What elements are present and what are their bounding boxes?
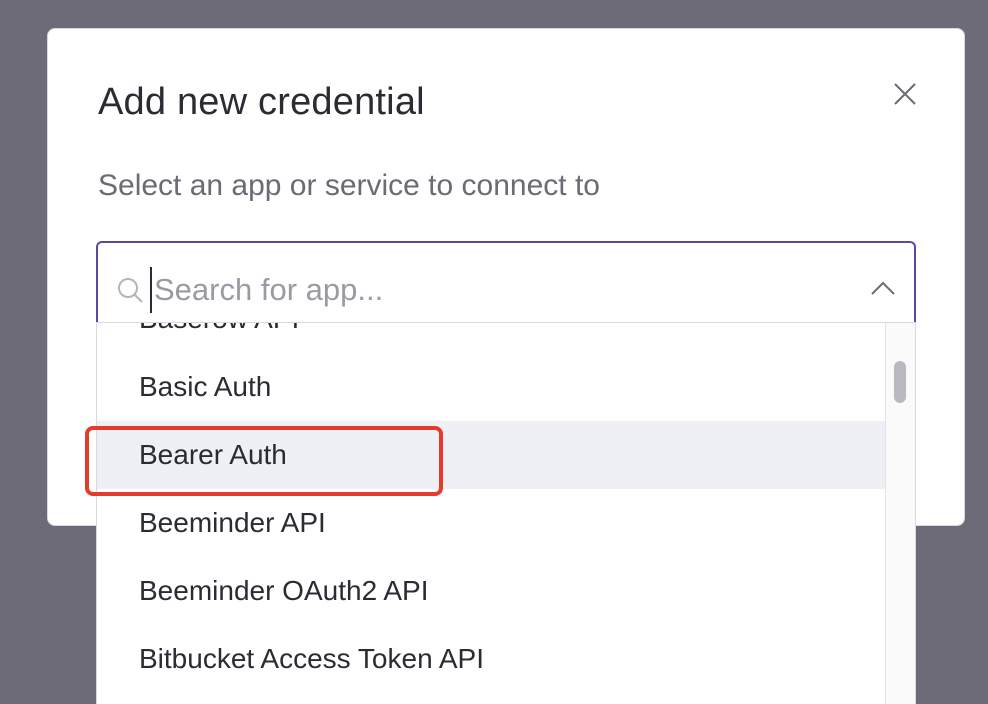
scrollbar-thumb[interactable] [894, 361, 906, 403]
dropdown-scrollbar[interactable] [885, 323, 915, 704]
modal-subtitle: Select an app or service to connect to [98, 169, 600, 202]
search-icon [118, 278, 143, 303]
dropdown-items: Baserow API Basic Auth Bearer Auth Beemi… [97, 323, 885, 693]
modal-title: Add new credential [98, 81, 425, 123]
close-icon [894, 83, 916, 105]
search-input[interactable] [150, 267, 840, 313]
app-search-combobox[interactable] [96, 241, 916, 323]
dropdown-item-basic-auth[interactable]: Basic Auth [97, 353, 885, 421]
dropdown-item-bearer-auth[interactable]: Bearer Auth [97, 421, 885, 489]
app-dropdown-list: Baserow API Basic Auth Bearer Auth Beemi… [96, 322, 916, 704]
chevron-up-icon[interactable] [870, 279, 896, 297]
dropdown-item-beeminder-oauth2-api[interactable]: Beeminder OAuth2 API [97, 557, 885, 625]
close-button[interactable] [892, 81, 918, 107]
dropdown-item-bitbucket-access-token-api[interactable]: Bitbucket Access Token API [97, 625, 885, 693]
dropdown-item-baserow-api[interactable]: Baserow API [97, 323, 885, 353]
dropdown-item-beeminder-api[interactable]: Beeminder API [97, 489, 885, 557]
